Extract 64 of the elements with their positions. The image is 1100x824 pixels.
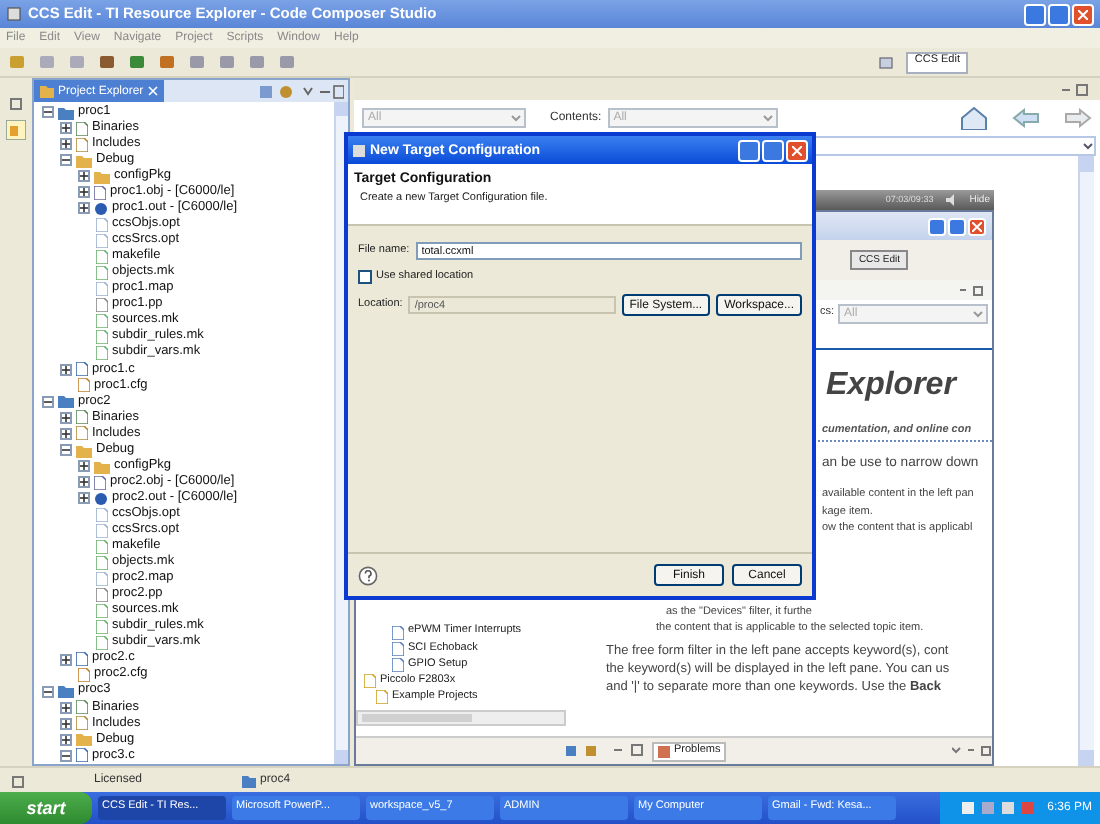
view-toolbar-icons[interactable] xyxy=(260,83,344,99)
folder-icon xyxy=(76,732,92,747)
expand-toggle[interactable] xyxy=(78,476,90,489)
circle-icon xyxy=(94,201,108,216)
expand-toggle[interactable] xyxy=(60,411,72,424)
scrollbar[interactable] xyxy=(1078,156,1094,766)
expand-toggle[interactable] xyxy=(60,122,72,135)
problems-icon xyxy=(658,745,670,757)
app-icon xyxy=(352,143,366,157)
forward-arrow-icon[interactable] xyxy=(1064,108,1092,128)
collapse-toggle[interactable] xyxy=(60,444,72,456)
page-heading: Explorer xyxy=(826,370,956,402)
collapse-toggle[interactable] xyxy=(60,154,72,167)
collapse-toggle[interactable] xyxy=(42,395,54,408)
expand-toggle[interactable] xyxy=(60,363,72,376)
project-explorer-icon[interactable] xyxy=(6,120,26,140)
home-icon[interactable] xyxy=(960,106,988,130)
maximize-button[interactable] xyxy=(948,217,966,235)
folder-icon xyxy=(58,394,74,409)
close-icon xyxy=(1078,9,1088,19)
expand-toggle[interactable] xyxy=(78,170,90,183)
minimize-button[interactable] xyxy=(738,139,760,161)
minimize-button[interactable] xyxy=(1024,3,1046,25)
start-button[interactable]: start xyxy=(0,792,92,824)
close-button[interactable] xyxy=(786,139,808,161)
view-minmax-icons[interactable] xyxy=(1060,83,1088,95)
expand-toggle[interactable] xyxy=(60,427,72,440)
view-minmax-icons[interactable] xyxy=(952,746,992,756)
open-perspective-icon[interactable] xyxy=(878,54,895,70)
expand-toggle[interactable] xyxy=(60,138,72,151)
back-arrow-icon[interactable] xyxy=(1012,108,1040,128)
scrollbar[interactable] xyxy=(356,710,566,726)
expand-toggle[interactable] xyxy=(60,733,72,746)
toolbar-icons[interactable] xyxy=(566,744,646,758)
project-icon xyxy=(242,773,257,787)
close-icon[interactable] xyxy=(147,86,158,96)
fast-view-icon[interactable] xyxy=(12,773,26,787)
checkbox[interactable] xyxy=(358,270,372,284)
file-icon xyxy=(94,185,106,200)
restore-icon[interactable] xyxy=(10,98,22,110)
expand-toggle[interactable] xyxy=(78,202,90,215)
minimize-button[interactable] xyxy=(928,217,946,235)
expand-toggle[interactable] xyxy=(60,653,72,666)
expand-toggle[interactable] xyxy=(78,492,90,505)
expand-toggle[interactable] xyxy=(60,701,72,714)
app-icon xyxy=(6,6,22,22)
circle-icon xyxy=(94,491,108,506)
expand-toggle[interactable] xyxy=(60,717,72,730)
collapse-toggle[interactable] xyxy=(60,749,72,762)
collapse-toggle[interactable] xyxy=(42,106,54,119)
folder-icon xyxy=(58,684,74,699)
close-button[interactable] xyxy=(1072,3,1094,25)
close-button[interactable] xyxy=(968,217,986,235)
expand-toggle[interactable] xyxy=(78,460,90,473)
close-icon xyxy=(792,145,802,155)
maximize-button[interactable] xyxy=(1048,3,1070,25)
maximize-button[interactable] xyxy=(762,139,784,161)
close-icon xyxy=(972,221,982,231)
expand-toggle[interactable] xyxy=(78,186,90,199)
help-icon[interactable] xyxy=(358,565,378,585)
file-icon xyxy=(94,475,106,490)
speaker-icon[interactable] xyxy=(945,194,958,206)
view-minmax-icons[interactable] xyxy=(960,285,984,295)
collapse-toggle[interactable] xyxy=(42,685,54,698)
